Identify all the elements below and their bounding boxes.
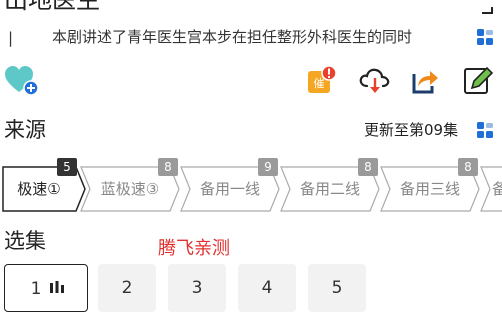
episode-button-1[interactable]: 1: [4, 264, 88, 312]
source-tab-2[interactable]: 备用一线 9: [180, 158, 280, 212]
episode-number: 4: [261, 278, 273, 298]
episode-number: 5: [331, 278, 343, 298]
source-tab-3[interactable]: 备用二线 8: [280, 158, 380, 212]
coin-alert-icon[interactable]: 催: [306, 65, 338, 101]
episode-count-badge: 8: [458, 158, 478, 176]
playing-indicator-icon: [49, 280, 65, 300]
episode-number: 3: [191, 278, 203, 298]
favorite-add-icon[interactable]: [4, 64, 40, 102]
source-grid-icon[interactable]: [476, 121, 494, 143]
edit-icon[interactable]: [462, 64, 494, 100]
episode-number: 2: [121, 278, 133, 298]
source-heading: 来源: [4, 118, 46, 142]
episode-count-badge: 5: [57, 158, 77, 176]
episode-count-badge: 8: [158, 158, 178, 176]
overlay-note: 腾飞亲测: [158, 238, 230, 259]
source-tab-4[interactable]: 备用三线 8: [380, 158, 480, 212]
download-icon[interactable]: [358, 64, 392, 102]
episode-button-4[interactable]: 4: [238, 264, 296, 312]
grid-menu-icon[interactable]: [476, 28, 494, 50]
page-title: 出地医生: [4, 0, 100, 14]
episode-button-2[interactable]: 2: [98, 264, 156, 312]
update-status: 更新至第09集: [364, 121, 459, 139]
episodes-heading: 选集: [4, 229, 46, 253]
episode-button-5[interactable]: 5: [308, 264, 366, 312]
episode-button-3[interactable]: 3: [168, 264, 226, 312]
synopsis-text[interactable]: 本剧讲述了青年医生宫本步在担任整形外科医生的同时: [52, 26, 468, 48]
source-tab-0[interactable]: 极速① 5: [2, 158, 86, 212]
source-tab-1[interactable]: 蓝极速③ 8: [80, 158, 180, 212]
text-caret: |: [8, 29, 14, 47]
svg-text:催: 催: [314, 76, 325, 90]
source-tab-strip: 极速① 5 蓝极速③ 8 备用一线 9 备用二线 8 备用三线 8 备: [0, 158, 502, 216]
episode-count-badge: 9: [258, 158, 278, 176]
corner-bracket-icon: [480, 0, 494, 19]
share-icon[interactable]: [410, 66, 440, 100]
source-tab-label: 备: [492, 180, 502, 198]
source-tab-5[interactable]: 备: [480, 166, 502, 212]
episode-count-badge: 8: [358, 158, 378, 176]
